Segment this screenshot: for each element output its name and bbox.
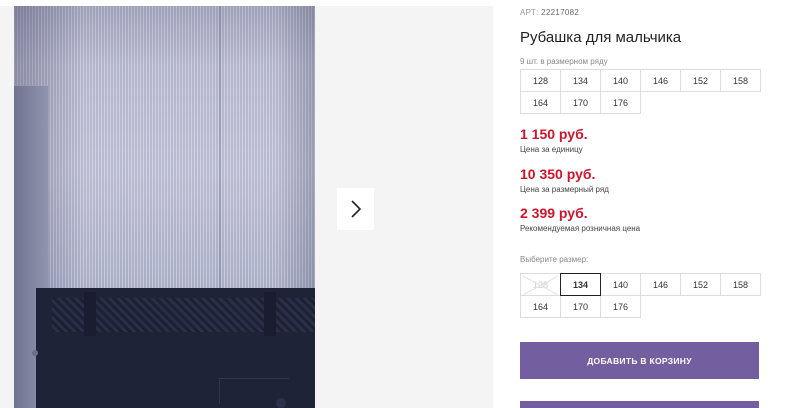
size-row-cell: 164 (520, 91, 561, 114)
size-row-cell: 134 (560, 69, 601, 92)
product-gallery (0, 6, 493, 408)
retail-price: 2 399 руб. (520, 205, 588, 221)
product-title: Рубашка для мальчика (520, 29, 682, 46)
choose-size-label: Выберите размер: (520, 255, 589, 264)
retail-price-note: Рекомендуемая розничная цена (520, 224, 641, 233)
gallery-next-button[interactable] (337, 188, 374, 230)
size-option-selected[interactable]: 134 (560, 273, 601, 296)
article-label: АРТ: (520, 8, 539, 17)
article-value: 22217082 (541, 8, 580, 17)
size-row-cell: 152 (680, 69, 721, 92)
size-option[interactable]: 164 (520, 295, 561, 318)
product-photo (14, 6, 315, 408)
size-row-cell: 128 (520, 69, 561, 92)
secondary-action-button[interactable] (520, 401, 759, 408)
size-option[interactable]: 170 (560, 295, 601, 318)
size-row-cell: 140 (600, 69, 641, 92)
size-option[interactable]: 158 (720, 273, 761, 296)
unit-price: 1 150 руб. (520, 126, 588, 142)
size-option[interactable]: 146 (640, 273, 681, 296)
row-price-note: Цена за размерный ряд (520, 185, 609, 194)
size-selector: 128 134 140 146 152 158 164 170 176 (520, 273, 763, 318)
size-option-unavailable: 128 (520, 273, 561, 296)
article-number: АРТ: 22217082 (520, 8, 579, 17)
unit-price-note: Цена за единицу (520, 145, 583, 154)
size-option[interactable]: 176 (600, 295, 641, 318)
add-to-cart-button[interactable]: ДОБАВИТЬ В КОРЗИНУ (520, 342, 759, 379)
size-row-cell: 176 (600, 91, 641, 114)
size-row-cell: 146 (640, 69, 681, 92)
size-option[interactable]: 140 (600, 273, 641, 296)
size-row-cell: 158 (720, 69, 761, 92)
size-row-count-label: 9 шт. в размерном ряду (520, 57, 608, 66)
row-price: 10 350 руб. (520, 166, 596, 182)
chevron-right-icon (350, 200, 361, 218)
size-row-cell: 170 (560, 91, 601, 114)
size-option[interactable]: 152 (680, 273, 721, 296)
size-row-grid: 128 134 140 146 152 158 164 170 176 (520, 69, 763, 114)
